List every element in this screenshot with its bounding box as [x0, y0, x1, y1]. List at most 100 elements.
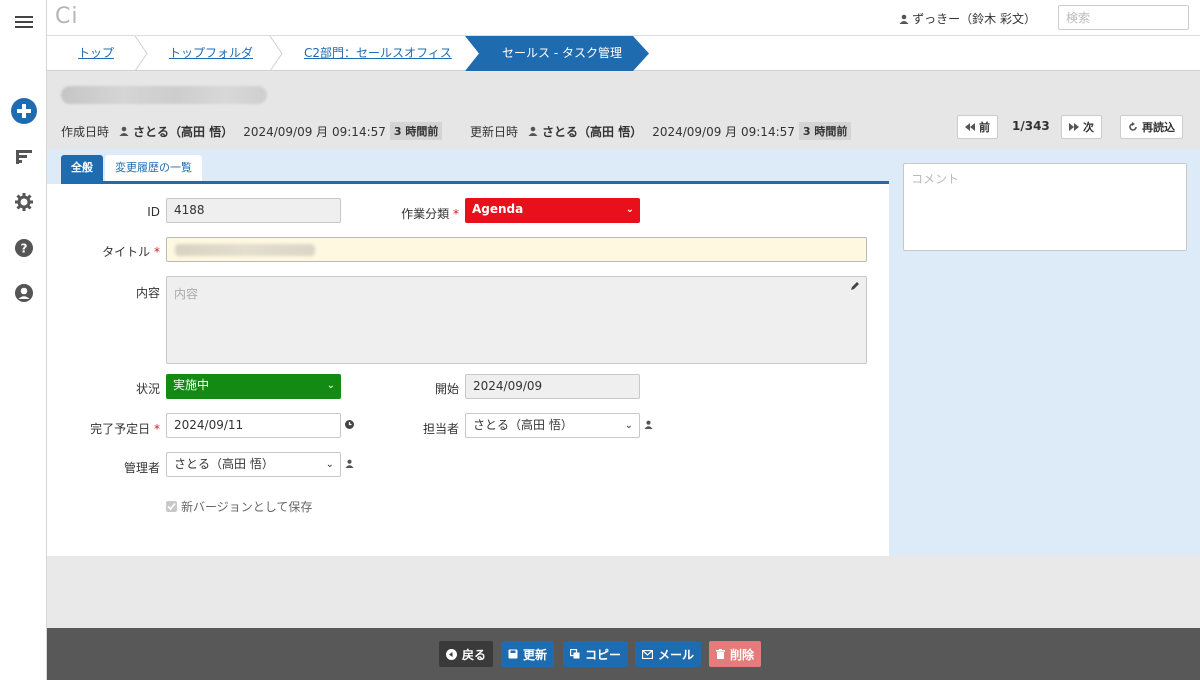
assignee-select[interactable]: さとる（高田 悟） ⌄ [465, 413, 640, 438]
new-version-option[interactable]: 新バージョンとして保存 [166, 498, 312, 515]
prev-button[interactable]: 前 [957, 115, 998, 139]
gear-icon[interactable] [0, 193, 47, 211]
record-header: 作成日時 さとる（高田 悟） 2024/09/09 月 09:14:57 3 時… [47, 72, 1200, 149]
assignee-label: 担当者 [422, 422, 459, 436]
title-label-text: タイトル [102, 245, 151, 259]
manager-value: さとる（高田 悟） [174, 457, 274, 471]
category-label: 作業分類 * [347, 205, 459, 222]
user-icon [528, 126, 538, 136]
id-label: ID [147, 205, 160, 219]
user-icon[interactable] [345, 459, 354, 468]
title-input[interactable] [166, 237, 867, 262]
search-input[interactable] [1058, 5, 1189, 30]
manager-select[interactable]: さとる（高田 悟） ⌄ [166, 452, 341, 477]
assignee-value: さとる（高田 悟） [473, 418, 573, 432]
trash-icon [716, 649, 725, 659]
main-content: 全般 変更履歴の一覧 ID 4188 作業分類 * Agenda ⌄ タイトル … [47, 149, 1200, 556]
updated-info: 更新日時 さとる（高田 悟） 2024/09/09 月 09:14:57 3 時… [470, 122, 852, 140]
breadcrumb-item-top-folder[interactable]: トップフォルダ [169, 36, 253, 71]
update-label: 更新 [523, 647, 548, 662]
category-select[interactable]: Agenda ⌄ [465, 198, 640, 223]
reload-button[interactable]: 再読込 [1120, 115, 1183, 139]
breadcrumb-item-department[interactable]: C2部門：セールスオフィス [304, 36, 452, 71]
prev-icon [965, 123, 975, 131]
record-form: ID 4188 作業分類 * Agenda ⌄ タイトル * 内容 内容 状況 … [47, 184, 889, 556]
back-button[interactable]: 戻る [439, 641, 494, 667]
updated-ago-badge: 3 時間前 [798, 122, 852, 140]
mail-icon [642, 649, 653, 659]
help-icon[interactable]: ? [0, 239, 47, 257]
user-icon[interactable] [644, 420, 653, 429]
check-icon [167, 502, 176, 511]
account-icon[interactable] [0, 284, 47, 302]
record-counter: 1/343 [1012, 119, 1050, 133]
category-value: Agenda [472, 202, 524, 216]
start-field: 2024/09/09 [465, 374, 640, 399]
required-mark: * [154, 245, 160, 259]
updated-user[interactable]: さとる（高田 悟） [542, 123, 642, 140]
delete-label: 削除 [730, 647, 755, 662]
due-date-input[interactable]: 2024/09/11 [166, 413, 341, 438]
title-value-blurred [175, 244, 315, 256]
status-value: 実施中 [173, 378, 210, 392]
menu-icon[interactable] [0, 13, 47, 31]
reload-label: 再読込 [1142, 121, 1175, 134]
user-icon [899, 14, 909, 24]
content-label: 内容 [135, 286, 160, 300]
current-user[interactable]: ずっきー（鈴木 彩文） [899, 10, 1036, 27]
copy-button[interactable]: コピー [563, 641, 629, 667]
prev-label: 前 [979, 121, 990, 134]
created-at: 2024/09/09 月 09:14:57 [243, 124, 386, 139]
breadcrumb-current-label: セールス - タスク管理 [502, 46, 622, 60]
category-label-text: 作業分類 [401, 207, 450, 221]
reload-icon [1129, 122, 1137, 131]
manager-label: 管理者 [123, 461, 160, 475]
tab-bar: 全般 変更履歴の一覧 [61, 155, 202, 181]
content-placeholder: 内容 [174, 287, 199, 301]
created-user[interactable]: さとる（高田 悟） [133, 123, 233, 140]
breadcrumb-separator [269, 36, 283, 71]
tab-general[interactable]: 全般 [61, 155, 103, 181]
content-textarea[interactable]: 内容 [166, 276, 867, 364]
start-label: 開始 [434, 382, 459, 396]
next-button[interactable]: 次 [1061, 115, 1102, 139]
svg-text:?: ? [20, 242, 27, 256]
comment-textarea[interactable]: コメント [903, 163, 1187, 251]
delete-button[interactable]: 削除 [709, 641, 762, 667]
update-button[interactable]: 更新 [501, 641, 555, 667]
top-header: Ci ずっきー（鈴木 彩文） [47, 0, 1200, 36]
user-name: ずっきー（鈴木 彩文） [912, 12, 1036, 26]
mail-label: メール [658, 647, 695, 662]
app-logo[interactable]: Ci [55, 4, 78, 29]
chevron-down-icon: ⌄ [325, 459, 334, 470]
created-ago-badge: 3 時間前 [389, 122, 443, 140]
record-title-blurred [61, 86, 267, 104]
new-version-label: 新バージョンとして保存 [181, 500, 313, 514]
back-label: 戻る [462, 647, 487, 662]
updated-at: 2024/09/09 月 09:14:57 [652, 124, 795, 139]
next-label: 次 [1083, 121, 1094, 134]
status-select[interactable]: 実施中 ⌄ [166, 374, 341, 399]
id-field: 4188 [166, 198, 341, 223]
created-info: 作成日時 さとる（高田 悟） 2024/09/09 月 09:14:57 3 時… [61, 122, 443, 140]
breadcrumb-item-top[interactable]: トップ [78, 36, 114, 71]
add-icon[interactable] [0, 97, 47, 125]
tab-history[interactable]: 変更履歴の一覧 [105, 155, 202, 181]
updated-label: 更新日時 [470, 124, 519, 139]
sort-icon[interactable] [0, 148, 47, 166]
breadcrumb-current-arrow [633, 36, 649, 71]
mail-button[interactable]: メール [635, 641, 702, 667]
new-version-checkbox[interactable] [166, 501, 177, 512]
left-rail: ? [0, 0, 47, 680]
copy-icon [570, 649, 580, 659]
clock-icon[interactable] [345, 420, 354, 429]
required-mark: * [154, 422, 160, 436]
chevron-down-icon: ⌄ [625, 204, 634, 215]
breadcrumb-current-notch [465, 36, 479, 71]
breadcrumb-item-current[interactable]: セールス - タスク管理 [465, 36, 633, 71]
copy-label: コピー [585, 647, 622, 662]
due-label: 完了予定日 * [67, 420, 160, 437]
edit-icon[interactable] [850, 281, 860, 291]
created-label: 作成日時 [61, 124, 110, 139]
chevron-down-icon: ⌄ [624, 420, 633, 431]
